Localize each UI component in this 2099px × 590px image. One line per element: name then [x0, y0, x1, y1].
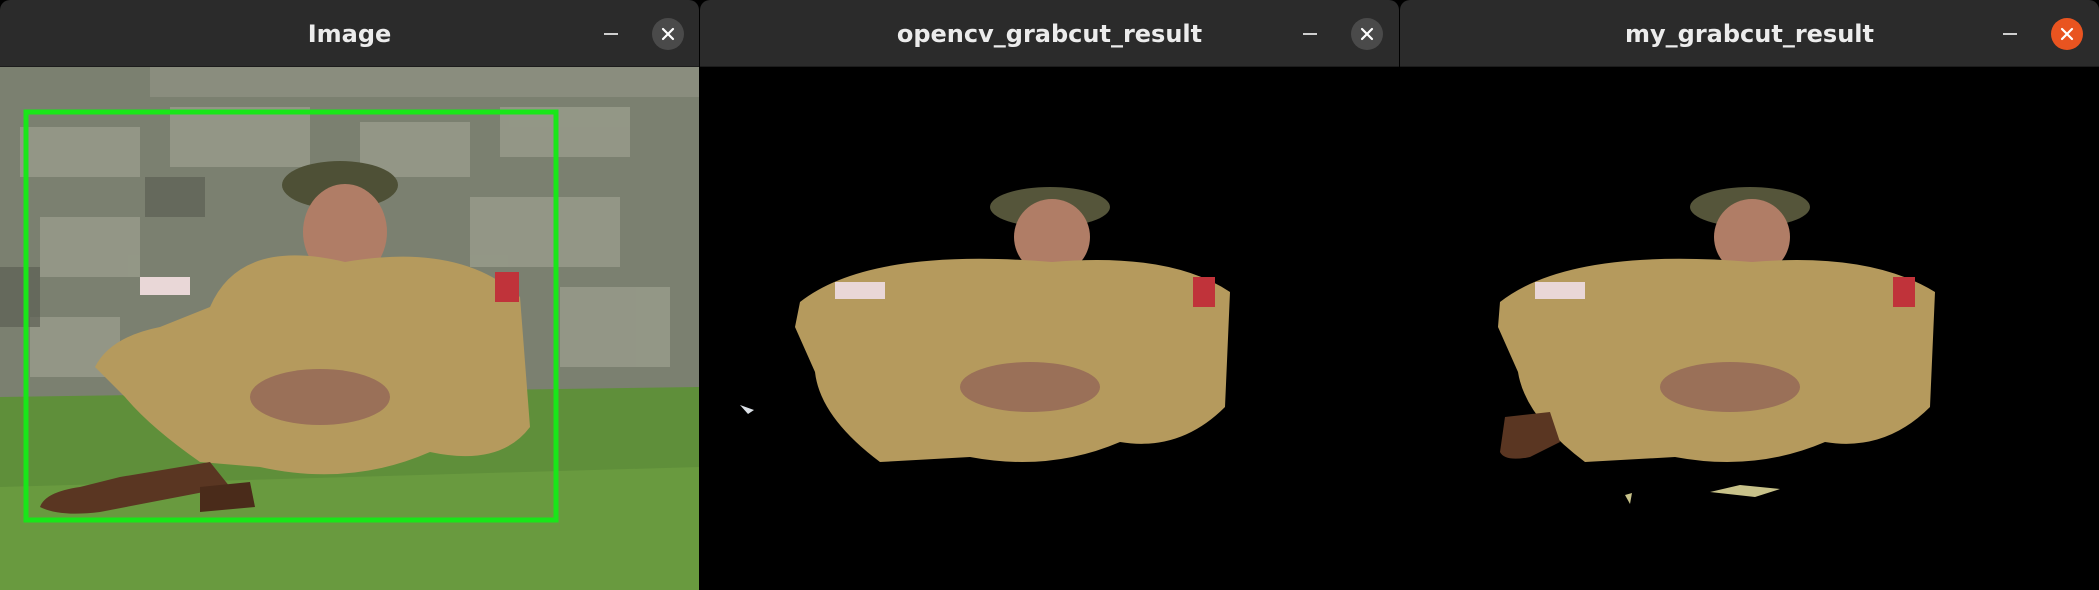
bounding-box	[23, 109, 559, 523]
segmented-foreground	[700, 67, 1399, 590]
minimize-icon	[1303, 33, 1317, 35]
titlebar[interactable]: Image	[0, 0, 699, 67]
close-button[interactable]	[1351, 18, 1383, 50]
window-image[interactable]: Image	[0, 0, 699, 590]
close-icon	[661, 27, 675, 41]
close-button[interactable]	[652, 18, 684, 50]
minimize-icon	[2003, 33, 2017, 35]
titlebar[interactable]: opencv_grabcut_result	[700, 0, 1399, 67]
minimize-button[interactable]	[1995, 19, 2025, 49]
window-opencv-grabcut-result[interactable]: opencv_grabcut_result	[700, 0, 1399, 590]
minimize-button[interactable]	[596, 19, 626, 49]
image-canvas	[0, 67, 699, 590]
minimize-button[interactable]	[1295, 19, 1325, 49]
result-canvas	[700, 67, 1399, 590]
minimize-icon	[604, 33, 618, 35]
result-canvas	[1400, 67, 2099, 590]
window-my-grabcut-result[interactable]: my_grabcut_result	[1400, 0, 2099, 590]
segmented-foreground	[1400, 67, 2099, 590]
close-icon	[1360, 27, 1374, 41]
window-title: Image	[307, 20, 392, 48]
close-icon	[2060, 27, 2074, 41]
titlebar[interactable]: my_grabcut_result	[1400, 0, 2099, 67]
close-button[interactable]	[2051, 18, 2083, 50]
